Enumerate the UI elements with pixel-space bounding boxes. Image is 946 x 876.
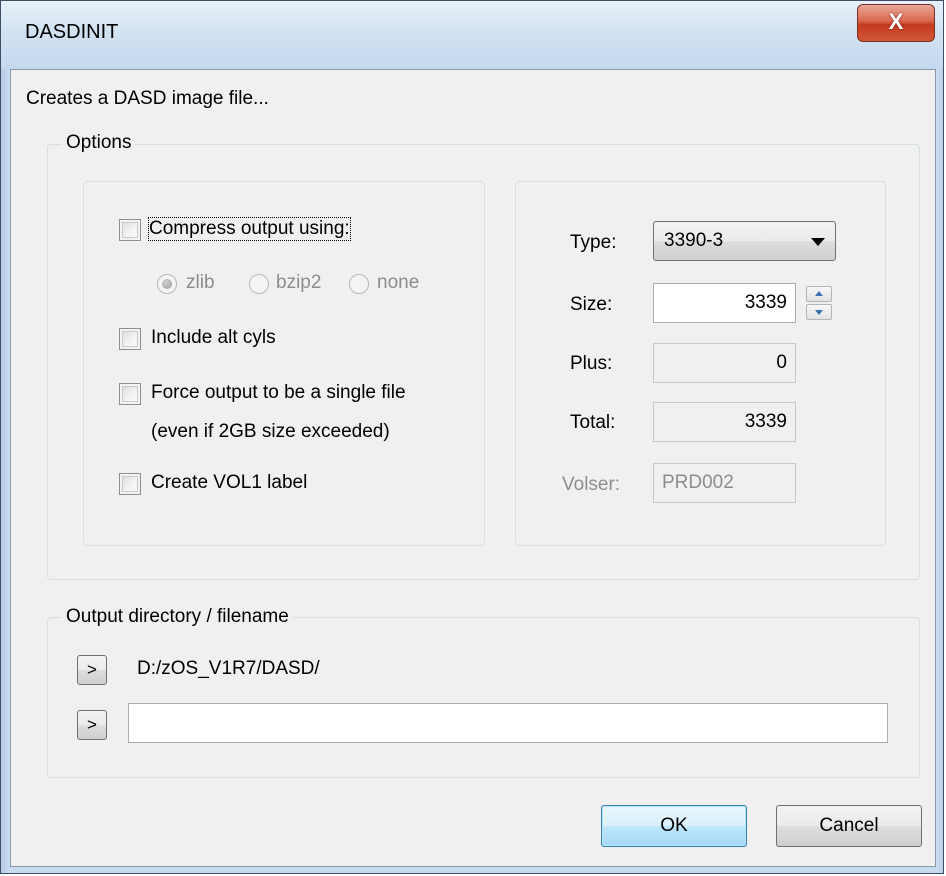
options-legend: Options [62,132,136,154]
chevron-right-icon: > [87,660,97,679]
dialog-description: Creates a DASD image file... [26,88,269,109]
size-input[interactable]: 3339 [653,283,796,323]
create-vol1-label-label[interactable]: Create VOL1 label [151,472,307,494]
radio-bzip2[interactable] [249,274,269,294]
include-alt-cyls-checkbox[interactable] [119,328,141,350]
plus-field: 0 [653,343,796,383]
radio-zlib-label: zlib [186,272,215,293]
plus-label: Plus: [570,353,613,374]
force-single-file-checkbox[interactable] [119,383,141,405]
create-vol1-label-checkbox[interactable] [119,473,141,495]
arrow-up-icon [815,291,823,296]
radio-bzip2-label: bzip2 [276,272,322,293]
volser-input[interactable]: PRD002 [653,463,796,503]
total-field: 3339 [653,402,796,442]
browse-directory-button[interactable]: > [77,655,107,685]
radio-none-label: none [377,272,420,293]
size-increment-button[interactable] [806,286,832,302]
output-group [47,617,920,778]
radio-none[interactable] [349,274,369,294]
compress-output-label[interactable]: Compress output using: [148,217,351,241]
arrow-down-icon [815,310,823,315]
compress-output-checkbox[interactable] [119,219,141,241]
chevron-right-icon: > [87,715,97,734]
type-dropdown[interactable]: 3390-3 [653,221,836,261]
force-single-file-label[interactable]: Force output to be a single file [151,382,406,404]
volser-placeholder: PRD002 [662,472,734,493]
size-input-value: 3339 [744,292,787,313]
close-button[interactable]: X [857,4,935,42]
window-title: DASDINIT [25,21,119,43]
size-label: Size: [570,294,613,315]
ok-button[interactable]: OK [601,805,747,847]
total-field-value: 3339 [744,411,787,432]
type-label: Type: [570,232,617,253]
output-legend: Output directory / filename [62,606,293,628]
include-alt-cyls-label[interactable]: Include alt cyls [151,327,276,349]
output-directory-path: D:/zOS_V1R7/DASD/ [137,658,320,679]
title-bar[interactable]: DASDINIT X [1,1,943,69]
cancel-button[interactable]: Cancel [776,805,922,847]
volser-label: Volser: [562,474,621,495]
force-single-file-note: (even if 2GB size exceeded) [151,421,390,442]
chevron-down-icon [811,238,825,246]
radio-zlib[interactable] [157,274,177,294]
plus-field-value: 0 [776,352,787,373]
size-spinner[interactable] [806,285,834,323]
browse-filename-button[interactable]: > [77,710,107,740]
filename-input[interactable] [128,703,888,743]
total-label: Total: [570,412,616,433]
size-decrement-button[interactable] [806,304,832,320]
type-dropdown-value: 3390-3 [664,230,724,251]
close-icon: X [888,9,904,34]
